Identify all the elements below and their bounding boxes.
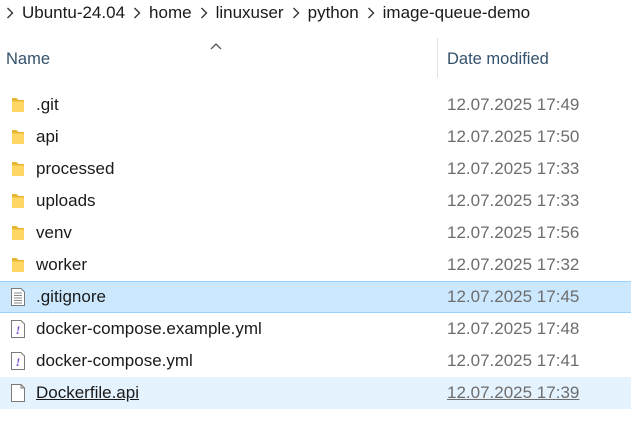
folder-icon	[8, 223, 28, 243]
column-divider[interactable]	[437, 38, 438, 78]
file-date-modified: 12.07.2025 17:56	[447, 223, 580, 242]
breadcrumb-item-ubuntu[interactable]: Ubuntu-24.04	[20, 1, 127, 25]
breadcrumb-separator-icon[interactable]	[0, 1, 20, 25]
column-header-name[interactable]: Name	[6, 50, 50, 69]
file-date-modified: 12.07.2025 17:41	[447, 351, 580, 370]
chevron-up-icon	[209, 38, 223, 50]
file-name[interactable]: Dockerfile.api	[36, 383, 139, 403]
file-date-modified: 12.07.2025 17:33	[447, 191, 580, 210]
file-date-modified: 12.07.2025 17:33	[447, 159, 580, 178]
breadcrumb: Ubuntu-24.04 home linuxuser python image…	[0, 0, 631, 26]
file-name[interactable]: processed	[36, 159, 114, 179]
breadcrumb-item-home[interactable]: home	[147, 1, 194, 25]
svg-text:!: !	[16, 323, 21, 337]
file-date-modified: 12.07.2025 17:45	[447, 287, 580, 306]
breadcrumb-separator-icon[interactable]	[194, 1, 214, 25]
file-row[interactable]: .git 12.07.2025 17:49	[0, 89, 631, 121]
column-header-date-modified[interactable]: Date modified	[447, 50, 549, 69]
folder-icon	[8, 159, 28, 179]
file-name[interactable]: docker-compose.yml	[36, 351, 193, 371]
file-name[interactable]: api	[36, 127, 59, 147]
file-name[interactable]: .git	[36, 95, 59, 115]
yml-file-icon: !	[8, 319, 28, 339]
breadcrumb-separator-icon[interactable]	[361, 1, 381, 25]
file-row[interactable]: ! docker-compose.example.yml 12.07.2025 17…	[0, 313, 631, 345]
file-row[interactable]: venv 12.07.2025 17:56	[0, 217, 631, 249]
file-row[interactable]: processed 12.07.2025 17:33	[0, 153, 631, 185]
file-row[interactable]: Dockerfile.api 12.07.2025 17:39	[0, 377, 631, 409]
file-name[interactable]: worker	[36, 255, 87, 275]
folder-icon	[8, 255, 28, 275]
breadcrumb-item-linuxuser[interactable]: linuxuser	[214, 1, 286, 25]
file-row[interactable]: .gitignore 12.07.2025 17:45	[0, 281, 631, 313]
svg-text:!: !	[16, 355, 21, 369]
column-header: Name Date modified	[0, 38, 631, 80]
file-list: .git 12.07.2025 17:49 api 12.07.2025 17:50 p…	[0, 89, 631, 409]
file-row[interactable]: ! docker-compose.yml 12.07.2025 17:41	[0, 345, 631, 377]
file-row[interactable]: uploads 12.07.2025 17:33	[0, 185, 631, 217]
file-name[interactable]: docker-compose.example.yml	[36, 319, 262, 339]
file-row[interactable]: api 12.07.2025 17:50	[0, 121, 631, 153]
file-date-modified: 12.07.2025 17:32	[447, 255, 580, 274]
breadcrumb-separator-icon[interactable]	[127, 1, 147, 25]
file-date-modified: 12.07.2025 17:48	[447, 319, 580, 338]
text-file-icon	[8, 287, 28, 307]
file-name[interactable]: .gitignore	[36, 287, 106, 307]
breadcrumb-item-image-queue-demo[interactable]: image-queue-demo	[381, 1, 532, 25]
breadcrumb-separator-icon[interactable]	[286, 1, 306, 25]
file-row[interactable]: worker 12.07.2025 17:32	[0, 249, 631, 281]
file-date-modified: 12.07.2025 17:39	[447, 383, 580, 402]
file-name[interactable]: uploads	[36, 191, 96, 211]
folder-icon	[8, 95, 28, 115]
file-name[interactable]: venv	[36, 223, 72, 243]
file-date-modified: 12.07.2025 17:49	[447, 95, 580, 114]
folder-icon	[8, 127, 28, 147]
file-explorer-window: Ubuntu-24.04 home linuxuser python image…	[0, 0, 631, 421]
folder-icon	[8, 191, 28, 211]
blank-file-icon	[8, 383, 28, 403]
yml-file-icon: !	[8, 351, 28, 371]
file-date-modified: 12.07.2025 17:50	[447, 127, 580, 146]
breadcrumb-item-python[interactable]: python	[306, 1, 361, 25]
